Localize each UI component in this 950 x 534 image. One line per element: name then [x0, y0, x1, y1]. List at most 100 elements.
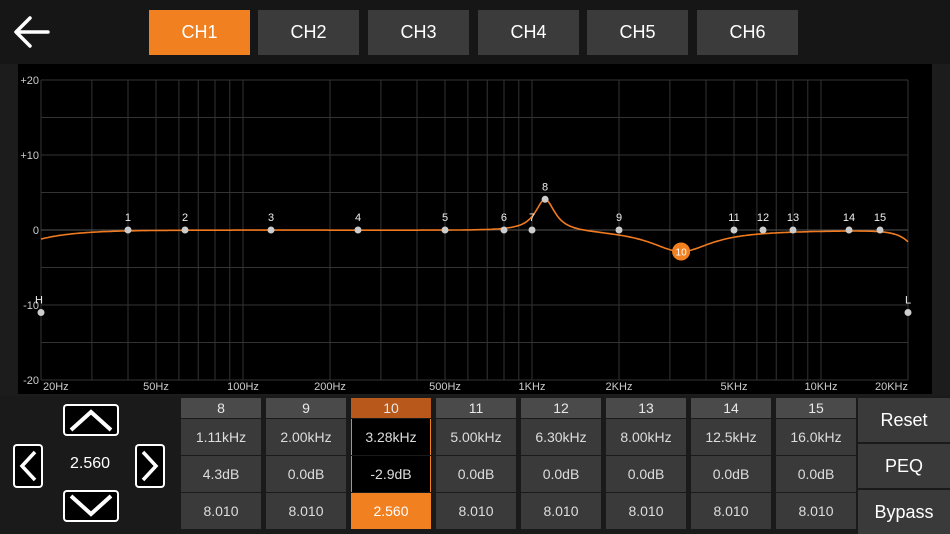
band-number: 9 — [266, 398, 346, 418]
back-arrow-icon[interactable] — [8, 10, 56, 54]
x-tick-label: 10KHz — [804, 381, 837, 393]
eq-point-label: 10 — [676, 247, 688, 258]
band-frequency[interactable]: 1.11kHz — [181, 419, 261, 455]
band-q[interactable]: 8.010 — [436, 493, 516, 529]
tab-ch4[interactable]: CH4 — [478, 10, 579, 55]
eq-point[interactable] — [441, 226, 449, 234]
band-gain[interactable]: 0.0dB — [776, 456, 856, 492]
x-tick-label: 500Hz — [429, 381, 461, 393]
x-axis-labels: 20Hz 50Hz 100Hz 200Hz 500Hz 1KHz 2KHz 5KHz 10KHz… — [43, 381, 908, 393]
top-bar: CH1 CH2 CH3 CH4 CH5 CH6 — [0, 0, 950, 64]
x-tick-label: 100Hz — [227, 381, 259, 393]
eq-point[interactable] — [500, 226, 508, 234]
eq-point[interactable] — [267, 226, 275, 234]
band-gain[interactable]: 0.0dB — [521, 456, 601, 492]
band-column-9[interactable]: 9 2.00kHz 0.0dB 8.010 — [266, 398, 346, 530]
x-tick-label: 5KHz — [721, 381, 748, 393]
eq-point-label: 12 — [757, 212, 769, 224]
band-gain[interactable]: 0.0dB — [266, 456, 346, 492]
next-band-button[interactable] — [135, 444, 165, 488]
eq-point-label: 2 — [182, 212, 188, 224]
eq-point[interactable] — [528, 226, 536, 234]
band-column-14[interactable]: 14 12.5kHz 0.0dB 8.010 — [691, 398, 771, 530]
reset-button[interactable]: Reset — [858, 398, 950, 442]
tab-ch6[interactable]: CH6 — [697, 10, 798, 55]
x-tick-label: 20KHz — [875, 381, 908, 393]
band-gain[interactable]: 0.0dB — [606, 456, 686, 492]
band-q[interactable]: 8.010 — [181, 493, 261, 529]
eq-point-label: 11 — [728, 212, 739, 224]
band-frequency[interactable]: 8.00kHz — [606, 419, 686, 455]
band-q[interactable]: 8.010 — [691, 493, 771, 529]
band-q[interactable]: 2.560 — [351, 493, 431, 529]
chevron-right-icon — [137, 446, 163, 486]
eq-point[interactable] — [759, 226, 767, 234]
eq-point-label: 1 — [125, 212, 131, 224]
band-gain[interactable]: 4.3dB — [181, 456, 261, 492]
eq-point[interactable] — [124, 226, 132, 234]
band-column-10[interactable]: 10 3.28kHz -2.9dB 2.560 — [351, 398, 431, 530]
band-frequency[interactable]: 6.30kHz — [521, 419, 601, 455]
eq-point-label: 6 — [501, 212, 507, 224]
eq-point[interactable] — [615, 226, 623, 234]
band-column-11[interactable]: 11 5.00kHz 0.0dB 8.010 — [436, 398, 516, 530]
y-tick-label: -20 — [23, 375, 39, 387]
y-tick-label: +20 — [20, 75, 39, 87]
eq-point[interactable] — [845, 226, 853, 234]
eq-point[interactable] — [181, 226, 189, 234]
band-number: 10 — [351, 398, 431, 418]
eq-point-label: L — [905, 295, 911, 307]
band-column-12[interactable]: 12 6.30kHz 0.0dB 8.010 — [521, 398, 601, 530]
bypass-button[interactable]: Bypass — [858, 490, 950, 534]
band-column-8[interactable]: 8 1.11kHz 4.3dB 8.010 — [181, 398, 261, 530]
q-down-button[interactable] — [63, 490, 119, 522]
band-number: 15 — [776, 398, 856, 418]
band-q[interactable]: 8.010 — [521, 493, 601, 529]
tab-ch1[interactable]: CH1 — [149, 10, 250, 55]
band-number: 11 — [436, 398, 516, 418]
band-q[interactable]: 8.010 — [266, 493, 346, 529]
prev-band-button[interactable] — [13, 444, 43, 488]
band-number: 14 — [691, 398, 771, 418]
q-up-button[interactable] — [63, 404, 119, 436]
tab-ch3[interactable]: CH3 — [368, 10, 469, 55]
band-q[interactable]: 8.010 — [776, 493, 856, 529]
tab-ch5[interactable]: CH5 — [587, 10, 688, 55]
band-column-13[interactable]: 13 8.00kHz 0.0dB 8.010 — [606, 398, 686, 530]
eq-graph[interactable]: +20 +10 0 -10 -20 20Hz 50Hz 100Hz 200Hz 500Hz 1KH… — [18, 64, 932, 394]
eq-point-label: H — [35, 295, 43, 307]
band-frequency[interactable]: 3.28kHz — [351, 419, 431, 455]
chevron-up-icon — [65, 406, 117, 434]
band-q[interactable]: 8.010 — [606, 493, 686, 529]
eq-graph-canvas[interactable]: +20+100-10-20 20Hz 50Hz 100Hz 200Hz 500Hz 1KH… — [18, 64, 932, 394]
eq-point[interactable] — [730, 226, 738, 234]
band-number: 12 — [521, 398, 601, 418]
chevron-left-icon — [15, 446, 41, 486]
eq-point-label: 13 — [787, 212, 799, 224]
tab-ch2[interactable]: CH2 — [258, 10, 359, 55]
band-gain[interactable]: -2.9dB — [351, 456, 431, 492]
peq-button[interactable]: PEQ — [858, 444, 950, 488]
band-number: 13 — [606, 398, 686, 418]
x-tick-label: 1KHz — [519, 381, 546, 393]
band-gain[interactable]: 0.0dB — [691, 456, 771, 492]
eq-point-label: 8 — [542, 181, 548, 193]
eq-point[interactable] — [541, 195, 549, 203]
y-axis-labels: +20+100-10-20 — [20, 75, 39, 387]
band-frequency[interactable]: 5.00kHz — [436, 419, 516, 455]
band-gain[interactable]: 0.0dB — [436, 456, 516, 492]
y-tick-label: 0 — [33, 225, 39, 237]
eq-curve — [40, 198, 909, 253]
x-tick-label: 2KHz — [606, 381, 633, 393]
eq-points[interactable]: H1 2 3 4 5 6 7891011 12 13 14 15L — [35, 181, 912, 316]
eq-point[interactable] — [354, 226, 362, 234]
eq-point[interactable] — [37, 309, 45, 316]
band-frequency[interactable]: 16.0kHz — [776, 419, 856, 455]
eq-point[interactable] — [789, 226, 797, 234]
y-tick-label: +10 — [20, 150, 39, 162]
band-frequency[interactable]: 2.00kHz — [266, 419, 346, 455]
band-column-15[interactable]: 15 16.0kHz 0.0dB 8.010 — [776, 398, 856, 530]
eq-point[interactable] — [876, 226, 884, 234]
band-frequency[interactable]: 12.5kHz — [691, 419, 771, 455]
eq-point[interactable] — [904, 309, 912, 316]
